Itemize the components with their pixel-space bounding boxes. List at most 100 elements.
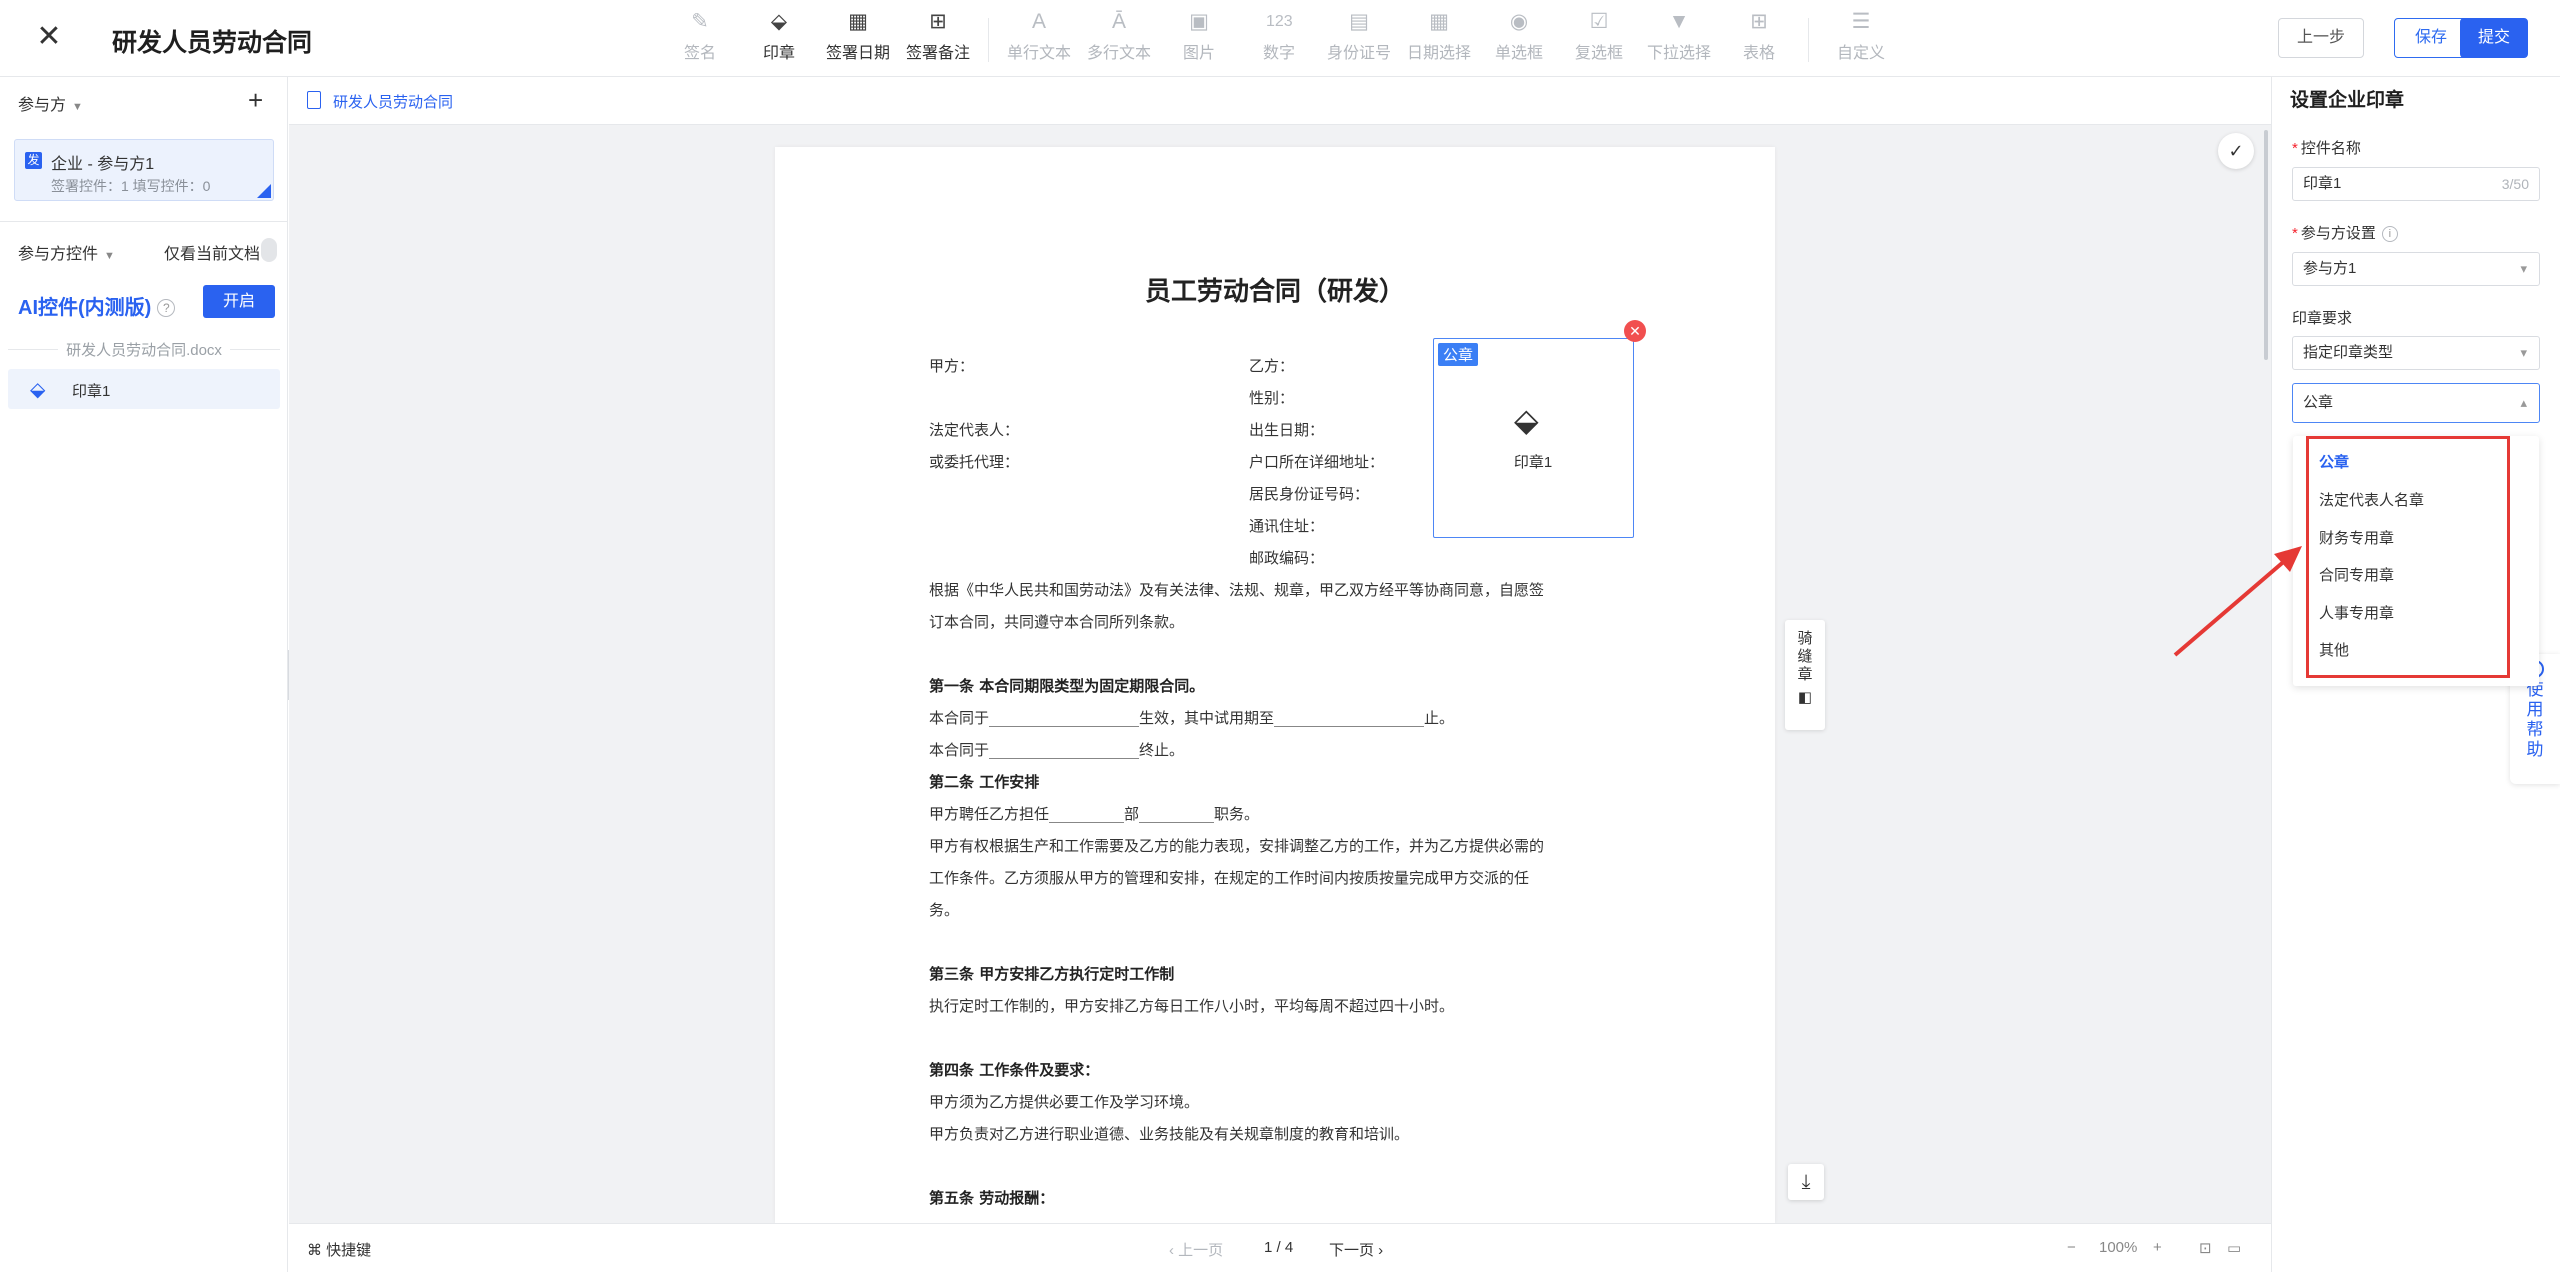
doc-paragraph: 订本合同，共同遵守本合同所列条款。 xyxy=(929,613,1185,631)
seal-widget[interactable]: 公章 ⬙ 印章1 xyxy=(1433,338,1634,538)
tool-image[interactable]: ▣ 图片 xyxy=(1154,10,1244,63)
chevron-down-icon: ▾ xyxy=(2520,345,2527,360)
stamp-icon: ⬙ xyxy=(1514,402,1539,438)
doc-field: 性别： xyxy=(1249,389,1295,407)
tool-id-number[interactable]: ▤ 身份证号 xyxy=(1314,10,1404,63)
seal-requirement-select[interactable]: 指定印章类型 ▾ xyxy=(2292,336,2540,370)
seal-requirement-text: 印章要求 xyxy=(2292,310,2353,327)
caret-down-icon: ▼ xyxy=(104,250,115,262)
chevron-left-icon: ‹ xyxy=(1169,1242,1179,1259)
only-current-doc-toggle[interactable] xyxy=(261,238,277,262)
next-page-label: 下一页 xyxy=(1329,1242,1375,1259)
zoom-level: 100% xyxy=(2099,1239,2138,1256)
verify-check-icon[interactable]: ✓ xyxy=(2218,133,2254,169)
riding-seal-button[interactable]: 骑缝章 ◧ xyxy=(1785,620,1825,730)
name-label-text: 控件名称 xyxy=(2300,140,2361,157)
tool-checkbox[interactable]: ☑ 复选框 xyxy=(1554,10,1644,63)
file-tab[interactable]: 研发人员劳动合同 xyxy=(333,91,453,112)
doc-paragraph: 执行定时工作制的，甲方安排乙方每日工作八小时，平均每周不超过四十小时。 xyxy=(929,997,1455,1015)
help-question-icon[interactable]: ? xyxy=(157,299,176,317)
vertical-scrollbar[interactable] xyxy=(2264,130,2268,360)
dropdown-option[interactable]: 其他 xyxy=(2319,639,2349,660)
fit-width-icon[interactable]: ▭ xyxy=(2227,1239,2241,1257)
party-name: 企业 - 参与方1 xyxy=(51,156,155,173)
dropdown-option[interactable]: 法定代表人名章 xyxy=(2319,489,2424,510)
download-icon[interactable]: ⤓ xyxy=(1788,1164,1824,1200)
zoom-out-button[interactable]: − xyxy=(2067,1239,2076,1256)
tool-number[interactable]: 123 数字 xyxy=(1234,10,1324,63)
save-button[interactable]: 保存 xyxy=(2394,18,2468,58)
party-controls-title: 参与方控件 xyxy=(18,246,99,263)
bottom-bar: ⌘ 快捷键 ‹ 上一页 1 / 4 下一页 › − 100% + ⊡ ▭ xyxy=(289,1223,2271,1272)
prev-step-button[interactable]: 上一步 xyxy=(2278,18,2364,58)
shortcut-button[interactable]: ⌘ 快捷键 xyxy=(307,1239,371,1260)
doc-field: 出生日期： xyxy=(1249,421,1325,439)
divider xyxy=(0,221,288,222)
page-title: 研发人员劳动合同 xyxy=(112,29,313,57)
participant-card[interactable]: 发 企业 - 参与方1 签署控件：1 填写控件：0 xyxy=(14,139,274,201)
id-card-icon: ▤ xyxy=(1349,10,1369,33)
custom-settings-icon: ☰ xyxy=(1851,10,1871,33)
doc-paragraph: 甲方聘任乙方担任__________部__________职务。 xyxy=(929,805,1260,823)
dropdown-option[interactable]: 财务专用章 xyxy=(2319,527,2394,548)
tool-dropdown-select[interactable]: ▼ 下拉选择 xyxy=(1634,10,1724,63)
dropdown-option[interactable]: 合同专用章 xyxy=(2319,564,2394,585)
divider xyxy=(8,349,58,350)
shortcut-label: 快捷键 xyxy=(326,1242,372,1259)
doc-paragraph: 本合同于____________________生效，其中试用期至_______… xyxy=(929,709,1455,727)
doc-field: 乙方： xyxy=(1249,357,1295,375)
seal-type-dropdown: 公章 法定代表人名章 财务专用章 合同专用章 人事专用章 其他 xyxy=(2293,436,2539,686)
info-icon[interactable]: i xyxy=(2381,226,2398,242)
tool-multi-line-text[interactable]: Ā 多行文本 xyxy=(1074,10,1164,63)
file-icon xyxy=(307,91,321,109)
tool-sign-date[interactable]: ▦ 签署日期 xyxy=(813,10,903,63)
tool-single-line-text[interactable]: A 单行文本 xyxy=(994,10,1084,63)
selected-corner-icon xyxy=(257,184,271,198)
close-icon[interactable]: ✕ xyxy=(34,22,64,52)
tool-table[interactable]: ⊞ 表格 xyxy=(1714,10,1804,63)
dropdown-option[interactable]: 公章 xyxy=(2319,451,2349,472)
chevron-down-icon: ▾ xyxy=(2520,261,2527,276)
participants-dropdown[interactable]: 参与方 ▼ xyxy=(18,91,83,115)
control-list-item[interactable]: ⬙ 印章1 xyxy=(8,369,280,409)
ai-controls-label: AI控件(内测版)? xyxy=(18,291,176,320)
fit-page-icon[interactable]: ⊡ xyxy=(2199,1239,2212,1257)
submit-button[interactable]: 提交 xyxy=(2460,18,2528,58)
multiline-text-icon: Ā xyxy=(1111,10,1126,33)
delete-widget-icon[interactable]: ✕ xyxy=(1624,320,1646,342)
tool-date-picker[interactable]: ▦ 日期选择 xyxy=(1394,10,1484,63)
file-tab-bar: 研发人员劳动合同 xyxy=(289,77,2271,125)
tool-custom[interactable]: ☰ 自定义 xyxy=(1816,10,1906,63)
tool-radio[interactable]: ◉ 单选框 xyxy=(1474,10,1564,63)
zoom-in-button[interactable]: + xyxy=(2153,1239,2162,1256)
doc-paragraph: 甲方负责对乙方进行职业道德、业务技能及有关规章制度的教育和培训。 xyxy=(929,1125,1410,1143)
radio-icon: ◉ xyxy=(1509,10,1529,33)
checkbox-icon: ☑ xyxy=(1589,10,1609,33)
divider xyxy=(230,349,280,350)
date-picker-icon: ▦ xyxy=(1429,10,1449,33)
add-participant-icon[interactable]: + xyxy=(248,87,263,113)
file-group-label: 研发人员劳动合同.docx xyxy=(0,339,288,360)
doc-paragraph: 根据《中华人民共和国劳动法》及有关法律、法规、规章，甲乙双方经平等协商同意，自愿… xyxy=(929,581,1545,599)
doc-paragraph: 甲方有权根据生产和工作需要及乙方的能力表现，安排调整乙方的工作，并为乙方提供必需… xyxy=(929,837,1545,855)
pen-icon: ✎ xyxy=(691,10,709,33)
tool-stamp[interactable]: ⬙ 印章 xyxy=(734,10,824,63)
doc-section-heading: 第四条 工作条件及要求： xyxy=(929,1061,1100,1079)
prev-page-label: 上一页 xyxy=(1178,1242,1224,1259)
prev-page-button[interactable]: ‹ 上一页 xyxy=(1169,1239,1223,1260)
dropdown-option[interactable]: 人事专用章 xyxy=(2319,602,2394,623)
ai-enable-button[interactable]: 开启 xyxy=(203,285,275,318)
party-select[interactable]: 参与方1 ▾ xyxy=(2292,252,2540,286)
control-name-input[interactable]: 印章1 3/50 xyxy=(2292,167,2540,201)
stamp-icon: ⬙ xyxy=(770,10,788,33)
doc-field: 甲方： xyxy=(929,357,975,375)
help-label: 使用帮助 xyxy=(2526,680,2544,759)
tool-signature[interactable]: ✎ 签名 xyxy=(655,10,745,63)
party-setting-label: * 参与方设置 i xyxy=(2292,222,2398,243)
party-controls-dropdown[interactable]: 参与方控件 ▼ xyxy=(18,240,115,264)
doc-section-heading: 第二条 工作安排 xyxy=(929,773,1040,791)
doc-section-heading: 第一条 本合同期限类型为固定期限合同。 xyxy=(929,677,1205,695)
seal-type-select[interactable]: 公章 ▴ xyxy=(2292,383,2540,423)
tool-sign-note[interactable]: ⊞ 签署备注 xyxy=(893,10,983,63)
next-page-button[interactable]: 下一页 › xyxy=(1329,1239,1383,1260)
